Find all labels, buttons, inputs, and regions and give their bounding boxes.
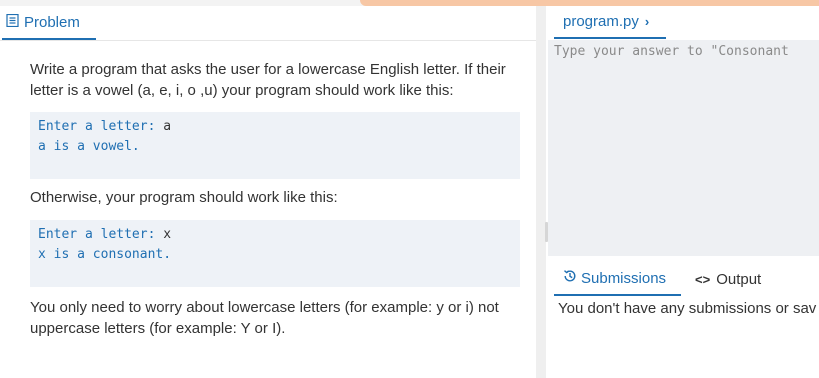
history-icon: [563, 269, 577, 287]
example-vowel: Enter a letter: a a is a vowel.: [30, 112, 520, 179]
example-vowel-prompt: Enter a letter:: [38, 119, 156, 134]
example-consonant-input: x: [163, 227, 172, 242]
example-consonant: Enter a letter: x x is a consonant.: [30, 220, 520, 287]
example-consonant-prompt: Enter a letter:: [38, 227, 156, 242]
problem-panel: Problem Write a program that asks the us…: [0, 6, 536, 378]
code-editor[interactable]: [548, 40, 819, 256]
code-brackets-icon: <>: [695, 271, 711, 287]
tab-submissions-label: Submissions: [581, 269, 667, 287]
editor-panel: program.py › Submissions <> Output You d…: [548, 6, 819, 378]
example-vowel-input: a: [163, 119, 172, 134]
problem-tabbar: Problem: [0, 6, 536, 41]
document-icon: [6, 13, 19, 31]
tab-program-file[interactable]: program.py ›: [554, 6, 666, 39]
no-submissions-message: You don't have any submissions or sav: [558, 300, 817, 317]
problem-note: You only need to worry about lowercase l…: [30, 299, 499, 337]
tab-problem-label: Problem: [24, 13, 80, 31]
tab-output[interactable]: <> Output: [695, 262, 761, 296]
file-tab-label: program.py: [563, 13, 639, 30]
problem-content: Write a program that asks the user for a…: [30, 59, 520, 339]
tab-problem[interactable]: Problem: [2, 6, 96, 40]
bottom-tabbar: Submissions <> Output: [548, 262, 819, 298]
tab-submissions[interactable]: Submissions: [554, 262, 681, 296]
panel-divider[interactable]: [536, 6, 546, 378]
code-input[interactable]: [554, 44, 819, 59]
problem-otherwise: Otherwise, your program should work like…: [30, 189, 338, 206]
example-vowel-output: a is a vowel.: [38, 139, 140, 154]
example-consonant-output: x is a consonant.: [38, 247, 172, 262]
problem-intro: Write a program that asks the user for a…: [30, 61, 506, 99]
tab-output-label: Output: [716, 270, 762, 288]
chevron-right-icon: ›: [644, 14, 650, 29]
file-tabbar: program.py ›: [548, 6, 819, 39]
